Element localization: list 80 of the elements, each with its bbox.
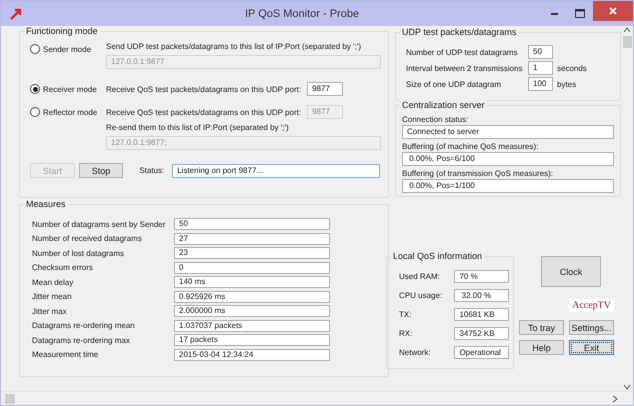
status-field[interactable]: Connected to server bbox=[402, 125, 614, 139]
group-title: Local QoS information bbox=[391, 251, 484, 261]
scroll-down-icon bbox=[623, 383, 631, 391]
setting-field[interactable]: 1 bbox=[528, 61, 553, 75]
info-label: RX: bbox=[399, 329, 414, 338]
measure-label: Datagrams re-ordering max bbox=[31, 336, 131, 345]
field-label: Receive QoS test packets/datagrams on this UDP port: bbox=[106, 84, 302, 94]
measure-label: Number of datagrams sent by Sender bbox=[31, 220, 166, 229]
arrow-icon bbox=[9, 6, 23, 20]
unit-label: bytes bbox=[557, 80, 576, 88]
info-label: CPU usage: bbox=[399, 291, 444, 300]
close-icon bbox=[609, 7, 617, 15]
measure-value[interactable]: 0 bbox=[174, 262, 330, 274]
field-label: Send UDP test packets/datagrams to this list of IP:Port (separated by ';') bbox=[106, 42, 362, 51]
tray-button[interactable]: To tray bbox=[519, 320, 564, 335]
unit-label: seconds bbox=[557, 64, 587, 72]
setting-field[interactable]: 50 bbox=[528, 45, 553, 59]
measure-value[interactable]: 27 bbox=[174, 232, 330, 245]
port-field[interactable]: 9877 bbox=[307, 82, 344, 96]
measure-label: Number of lost datagrams bbox=[31, 248, 126, 258]
measure-label: Jitter max bbox=[31, 306, 68, 316]
measure-value[interactable]: 50 bbox=[174, 218, 330, 230]
measure-value[interactable]: 140 ms bbox=[174, 276, 330, 288]
field-label: Re-send them to this list of IP:Port (separated by ';') bbox=[106, 123, 290, 132]
radio-label: Reflector mode bbox=[43, 108, 98, 116]
measure-value[interactable]: 2015-03-04 12:34:24 bbox=[174, 348, 330, 361]
radio-label: Receiver mode bbox=[43, 84, 97, 94]
status-field[interactable]: 0.00%, Pos=1/100 bbox=[402, 179, 614, 193]
mode-radio[interactable]: Sender mode bbox=[30, 42, 106, 56]
stop-button[interactable]: Stop bbox=[78, 163, 124, 178]
setting-label: Interval between 2 transmissions bbox=[406, 64, 524, 72]
setting-field[interactable]: 100 bbox=[528, 77, 553, 91]
window-title: IP QoS Monitor - Probe bbox=[244, 8, 360, 20]
status-label: Buffering (of transmission QoS measures): bbox=[402, 169, 554, 178]
info-label: Used RAM: bbox=[399, 272, 441, 281]
measure-value[interactable]: 0.925926 ms bbox=[174, 290, 330, 303]
status-field[interactable]: 0.00%, Pos=6/100 bbox=[402, 152, 614, 166]
scroll-up-icon bbox=[623, 26, 631, 34]
setting-label: Number of UDP test datagrams bbox=[406, 48, 518, 56]
measure-value[interactable]: 23 bbox=[174, 247, 330, 260]
group-title: Functioning mode bbox=[24, 26, 100, 36]
group-title: Measures bbox=[24, 199, 68, 209]
measure-value[interactable]: 17 packets bbox=[174, 334, 330, 346]
status-label: Status: bbox=[139, 166, 164, 175]
measure-label: Jitter mean bbox=[31, 292, 73, 302]
setting-label: Size of one UDP datagram bbox=[406, 80, 502, 88]
measure-label: Checksum errors bbox=[31, 263, 94, 272]
close-button[interactable] bbox=[593, 1, 633, 21]
radio-label: Sender mode bbox=[43, 44, 92, 54]
status-field[interactable]: Listening on port 9877... bbox=[172, 164, 380, 178]
scroll-thumb[interactable] bbox=[622, 36, 632, 48]
info-field[interactable]: Operational bbox=[454, 346, 509, 359]
measure-label: Measurement time bbox=[31, 350, 100, 360]
scroll-thumb[interactable] bbox=[5, 394, 15, 404]
measure-label: Number of received datagrams bbox=[31, 234, 143, 244]
group-title: UDP test packets/datagrams bbox=[400, 27, 518, 37]
status-label: Connection status: bbox=[402, 115, 470, 124]
exit-button[interactable]: Exit bbox=[569, 340, 614, 355]
scroll-right-icon bbox=[611, 394, 619, 402]
clock-button[interactable]: Clock bbox=[541, 256, 601, 287]
settings-button[interactable]: Settings... bbox=[569, 320, 614, 335]
status-label: Buffering (of machine QoS measures): bbox=[402, 142, 540, 151]
measure-value[interactable]: 1.037037 packets bbox=[174, 320, 330, 332]
info-field[interactable]: 70 % bbox=[454, 270, 509, 283]
measure-value[interactable]: 2.000000 ms bbox=[174, 305, 330, 318]
logo: AccepTV bbox=[569, 299, 614, 312]
measure-label: Mean delay bbox=[31, 278, 74, 287]
mode-radio[interactable]: Reflector mode bbox=[30, 105, 106, 119]
field-label: Receive QoS test packets/datagrams on this UDP port: bbox=[106, 108, 302, 116]
minimize-icon bbox=[550, 12, 558, 14]
info-field[interactable]: 34752 KB bbox=[454, 327, 509, 340]
maximize-icon bbox=[575, 9, 585, 18]
mode-radio[interactable]: Receiver mode bbox=[30, 82, 106, 96]
group-title: Centralization server bbox=[400, 100, 487, 110]
info-label: TX: bbox=[399, 310, 412, 319]
info-label: Network: bbox=[399, 348, 432, 357]
info-field[interactable]: 32.00 % bbox=[454, 289, 509, 302]
info-field[interactable]: 10681 KB bbox=[454, 308, 509, 321]
measure-label: Datagrams re-ordering mean bbox=[31, 321, 136, 330]
help-button[interactable]: Help bbox=[519, 340, 564, 355]
